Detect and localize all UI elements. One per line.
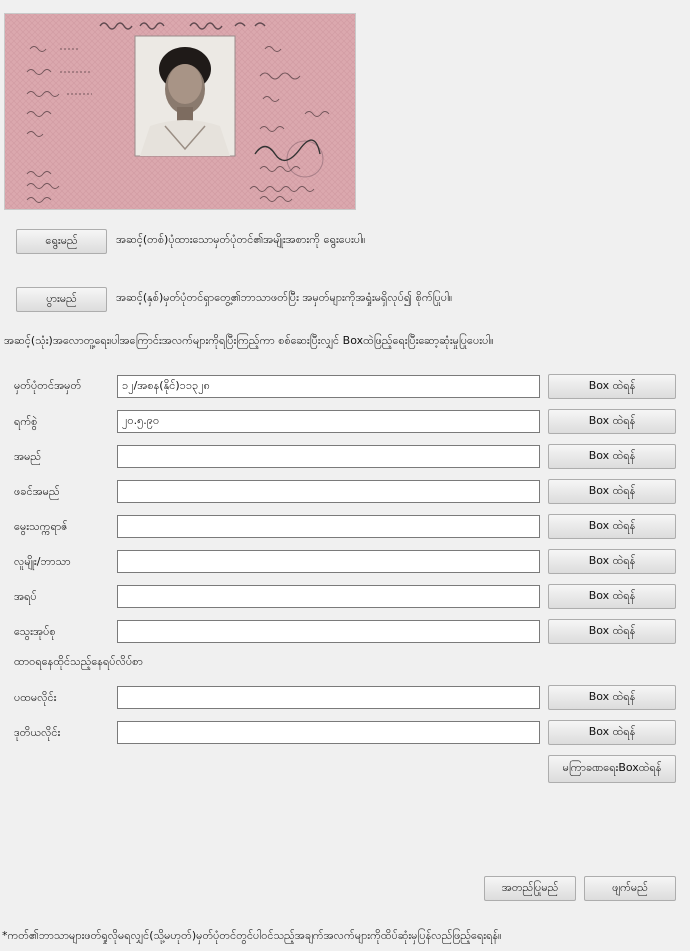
- nrc-number-box-button[interactable]: Box ထဲရန်: [548, 374, 676, 399]
- nrc-number-label: မှတ်ပုံတင်အမှတ်: [14, 379, 82, 392]
- birth-date-label: မွေးသက္ကရာဇ်: [14, 520, 68, 533]
- address-heading: ထာဝရနေထိုင်သည့်နေရပ်လိပ်စာ: [14, 655, 143, 668]
- ethnicity-religion-input[interactable]: [117, 550, 540, 573]
- birth-date-input[interactable]: [117, 515, 540, 538]
- address-line2-label: ဒုတိယလိုင်း: [14, 726, 61, 739]
- name-label: အမည်: [14, 450, 42, 463]
- blood-type-label: သွေးအုပ်စု: [14, 625, 56, 638]
- footer-note: *ကတ်၏ဘာသာများဖတ်ရှုလိုမရလျှင်(သို့မဟုတ်)…: [2, 929, 502, 942]
- date-box-button[interactable]: Box ထဲရန်: [548, 409, 676, 434]
- address-line2-input[interactable]: [117, 721, 540, 744]
- date-label: ရက်စွဲ: [14, 415, 38, 428]
- address-line1-input[interactable]: [117, 686, 540, 709]
- cancel-button[interactable]: ဖျက်မည်: [584, 876, 676, 901]
- date-input[interactable]: ၂၀.၅.၉၀: [117, 410, 540, 433]
- blood-type-input[interactable]: [117, 620, 540, 643]
- step3-instruction: အဆင့်(သုံး)အလောတူ့ရေး၊ပါအကြောင်းအလက်များ…: [4, 334, 494, 347]
- birth-date-box-button[interactable]: Box ထဲရန်: [548, 514, 676, 539]
- father-name-input[interactable]: [117, 480, 540, 503]
- id-card-image: [5, 14, 355, 209]
- step2-instruction: အဆင့်(နှစ်)မှတ်ပုံတင်ရှာတွေ့၏ဘာသာဖတ်ပြီး…: [116, 291, 453, 304]
- step1-instruction: အဆင့်(တစ်)ပုံထားသောမှတ်ပုံတင်၏အမျိုးအစား…: [116, 233, 366, 246]
- name-box-button[interactable]: Box ထဲရန်: [548, 444, 676, 469]
- confirm-button[interactable]: အတည်ပြုမည်: [484, 876, 576, 901]
- father-name-label: ဖခင်အမည်: [14, 485, 60, 498]
- nrc-number-input[interactable]: ၁၂/အစန(နိုင်)၁၁၃၂၈: [117, 375, 540, 398]
- ethnicity-religion-label: လူမျိုး/ဘာသာ: [14, 555, 71, 568]
- address-line1-label: ပထမလိုင်း: [14, 691, 57, 704]
- select-button[interactable]: ရွေးမည်: [16, 229, 107, 254]
- address-line1-box-button[interactable]: Box ထဲရန်: [548, 685, 676, 710]
- address-line2-box-button[interactable]: Box ထဲရန်: [548, 720, 676, 745]
- id-card-photo: [4, 13, 356, 210]
- height-box-button[interactable]: Box ထဲရန်: [548, 584, 676, 609]
- height-input[interactable]: [117, 585, 540, 608]
- scan-button[interactable]: ပွားမည်: [16, 287, 107, 312]
- fill-all-boxes-button[interactable]: မကြာခဏရေးBoxထဲရန်: [548, 755, 676, 783]
- height-label: အရပ်: [14, 590, 37, 603]
- name-input[interactable]: [117, 445, 540, 468]
- blood-type-box-button[interactable]: Box ထဲရန်: [548, 619, 676, 644]
- father-name-box-button[interactable]: Box ထဲရန်: [548, 479, 676, 504]
- ethnicity-religion-box-button[interactable]: Box ထဲရန်: [548, 549, 676, 574]
